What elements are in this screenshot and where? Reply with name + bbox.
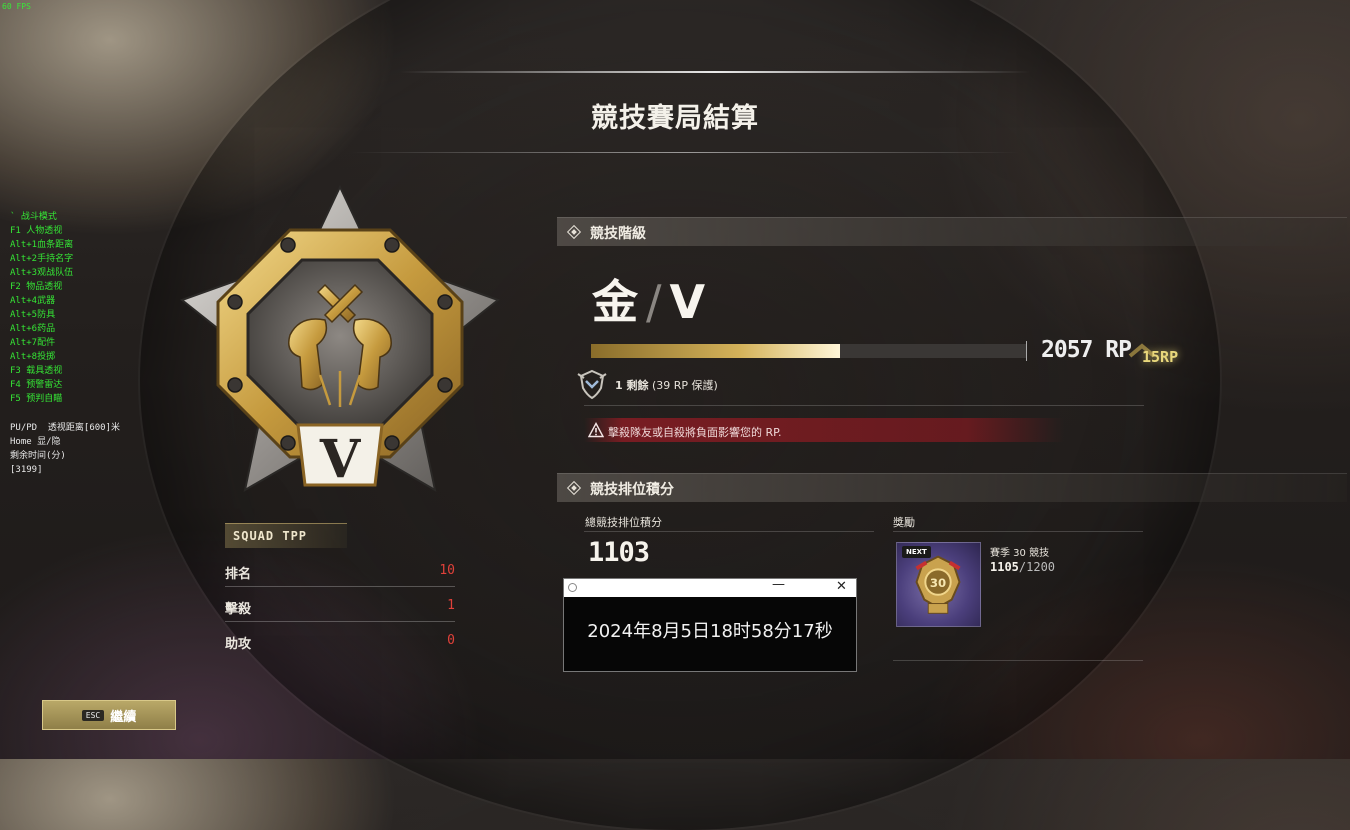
cheat-menu-item: Alt+3观战队伍: [10, 268, 74, 278]
page-title: 競技賽局結算: [591, 103, 759, 134]
stat-row-kills: 擊殺 1: [225, 592, 455, 622]
protection-count: 1 剩餘: [615, 379, 649, 392]
tier-name: 金: [592, 275, 638, 329]
ranked-points-header: 競技排位積分: [557, 473, 1347, 502]
cheat-menu-item: Alt+4武器: [10, 296, 56, 306]
section-title: 競技階級: [590, 226, 646, 242]
cheat-info-line: 剩余时间(分): [10, 451, 66, 461]
section-title: 競技排位積分: [590, 482, 674, 498]
divider: [225, 586, 455, 587]
mode-label: SQUAD TPP: [225, 523, 347, 548]
stat-row-assists: 助攻 0: [225, 627, 455, 657]
cheat-menu-item: Alt+6药品: [10, 324, 56, 334]
cheat-info-line: PU/PD 透视距离[600]米: [10, 423, 121, 433]
stat-label: 擊殺: [225, 602, 252, 617]
cheat-menu-item: Alt+8投掷: [10, 352, 56, 362]
cheat-menu-item: Alt+7配件: [10, 338, 56, 348]
ranked-tier-header: 競技階級: [557, 217, 1347, 246]
cheat-menu: ` 战斗模式 F1 人物透视 Alt+1血条距离 Alt+2手持名字 Alt+3…: [10, 210, 73, 406]
protection-text: 1 剩餘 (39 RP 保護): [615, 377, 718, 393]
cheat-info-line: [3199]: [10, 465, 43, 475]
cheat-info: PU/PD 透视距离[600]米 Home 显/隐 剩余时间(分) [3199]: [10, 421, 120, 477]
cheat-menu-item: Alt+5防具: [10, 310, 56, 320]
cheat-menu-item: Alt+1血条距离: [10, 240, 74, 250]
cheat-menu-item: F3 载具透视: [10, 366, 63, 376]
svg-text:30: 30: [930, 576, 946, 590]
total-points-value: 1103: [588, 537, 650, 568]
protection-note: (39 RP 保護): [651, 379, 718, 392]
rp-bar-end-tick: [1020, 341, 1027, 361]
rp-progress-bar: [591, 341, 1027, 361]
rp-gain: 15RP: [1142, 348, 1179, 366]
esc-key-icon: ESC: [81, 709, 105, 721]
divider: [893, 660, 1143, 661]
rank-tier: 金 / V: [592, 266, 705, 332]
next-reward-tag: NEXT: [902, 546, 931, 558]
cheat-menu-item: F2 物品透视: [10, 282, 63, 292]
divider: [225, 621, 455, 622]
app-icon: [568, 583, 577, 592]
stat-label: 助攻: [225, 637, 252, 652]
diamond-icon: [566, 480, 582, 496]
shield-protection-icon: [577, 369, 607, 400]
continue-label: 繼續: [110, 709, 137, 725]
cheat-info-line: Home 显/隐: [10, 437, 61, 447]
rp-value: 2057 RP: [1041, 337, 1132, 363]
cheat-menu-item: ` 战斗模式: [10, 212, 57, 222]
stat-label: 排名: [225, 567, 252, 582]
rewards-label: 獎勵: [893, 516, 915, 529]
reward-target: /1200: [1018, 560, 1056, 574]
stat-value: 0: [447, 633, 455, 648]
cheat-menu-item: F1 人物透视: [10, 226, 63, 236]
rank-emblem-icon: V: [180, 185, 500, 492]
cheat-menu-item: F4 预警雷达: [10, 380, 63, 390]
cheat-menu-item: Alt+2手持名字: [10, 254, 74, 264]
fps-counter: 60 FPS: [2, 2, 31, 11]
rp-progress-fill: [591, 344, 840, 358]
close-button[interactable]: ✕: [836, 579, 847, 594]
stat-value: 10: [439, 563, 455, 578]
diamond-icon: [566, 224, 582, 240]
total-points-label: 總競技排位積分: [585, 516, 662, 529]
cheat-menu-item: F5 预判自瞄: [10, 394, 63, 404]
continue-button[interactable]: ESC 繼續: [42, 700, 176, 730]
stat-row-rank: 排名 10: [225, 557, 455, 587]
title-bottom-line: [350, 152, 1020, 153]
clock-titlebar[interactable]: — ✕: [564, 577, 856, 597]
stat-value: 1: [447, 598, 455, 613]
minimize-button[interactable]: —: [772, 577, 785, 592]
tier-slash: /: [646, 275, 662, 329]
reward-name: 賽季 30 競技: [990, 548, 1050, 559]
reward-current: 1105: [990, 560, 1019, 574]
reward-progress: 1105/1200: [990, 560, 1055, 574]
emblem-tier-numeral: V: [319, 429, 362, 490]
tier-division: V: [669, 275, 706, 329]
clock-datetime: 2024年8月5日18时58分17秒: [587, 621, 833, 642]
clock-window[interactable]: — ✕ 2024年8月5日18时58分17秒: [563, 577, 857, 672]
warning-text: 擊殺隊友或自殺將負面影響您的 RP.: [608, 426, 782, 439]
title-top-line: [400, 71, 1030, 73]
divider: [893, 531, 1143, 532]
divider: [584, 531, 874, 532]
divider: [584, 405, 1144, 406]
warning-icon: [588, 422, 604, 438]
